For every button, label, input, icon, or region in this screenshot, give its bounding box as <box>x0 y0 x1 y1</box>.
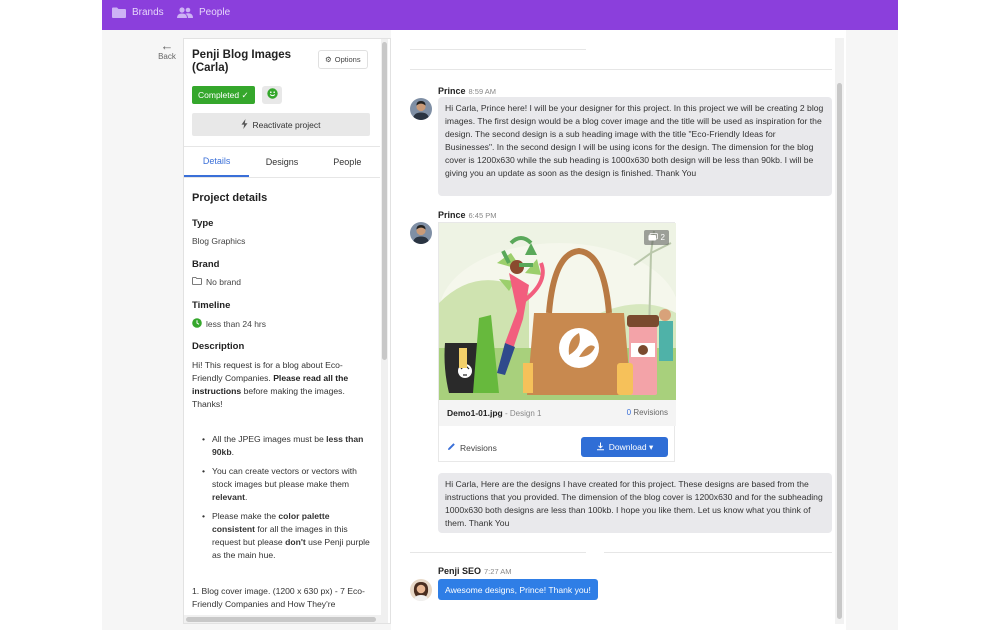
avatar <box>410 579 432 601</box>
attachment-meta: Demo1-01.jpg - Design 1 0 Revisions <box>439 400 676 426</box>
bullet-text: You can create vectors or vectors with s… <box>212 466 357 489</box>
clock-icon <box>192 318 202 330</box>
revisions-suffix: Revisions <box>631 408 668 417</box>
type-label: Type <box>192 218 214 229</box>
numbered-item: 1. Blog cover image. (1200 x 630 px) - 7… <box>192 586 365 609</box>
message-sender: Prince 6:45 PM <box>438 210 496 220</box>
file-name[interactable]: Demo1-01.jpg - Design 1 <box>447 408 541 418</box>
tab-designs[interactable]: Designs <box>249 147 314 177</box>
divider <box>410 552 586 553</box>
sender-name: Prince <box>438 210 466 220</box>
timeline-value: less than 24 hrs <box>192 318 266 330</box>
type-value: Blog Graphics <box>192 236 245 246</box>
folder-icon <box>112 7 126 18</box>
scroll-thumb[interactable] <box>186 617 376 622</box>
avatar <box>410 222 432 244</box>
chat-scrollbar[interactable] <box>835 38 844 624</box>
divider <box>410 49 586 50</box>
pencil-icon <box>447 442 456 453</box>
rating-button[interactable] <box>262 86 282 104</box>
design-label: - Design 1 <box>502 409 542 418</box>
scroll-thumb[interactable] <box>382 42 387 360</box>
nav-brands-label: Brands <box>132 7 164 18</box>
bullet-text: All the JPEG images must be <box>212 434 327 444</box>
top-nav-bar: Brands People <box>102 0 898 30</box>
bullet-bold: don't <box>285 537 306 547</box>
back-label: Back <box>158 52 176 61</box>
message-sender: Prince 8:59 AM <box>438 86 496 96</box>
images-icon <box>648 232 658 243</box>
folder-outline-icon <box>192 277 202 287</box>
reactivate-project-button[interactable]: Reactivate project <box>192 113 370 136</box>
design-attachment-card: 2 Demo1-01.jpg - Design 1 0 Revisions Re… <box>438 222 676 462</box>
bullet-bold: relevant <box>212 492 245 502</box>
smiley-icon <box>266 86 278 104</box>
nav-brands[interactable]: Brands <box>112 7 164 18</box>
download-button[interactable]: Download ▾ <box>581 437 668 457</box>
design-thumbnail[interactable]: 2 <box>439 223 676 400</box>
bullet-text: . <box>244 492 248 502</box>
tab-details[interactable]: Details <box>184 147 250 177</box>
message-sender: Penji SEO 7:27 AM <box>438 566 512 576</box>
divider <box>604 552 832 553</box>
people-icon <box>177 7 193 18</box>
bullet-item: All the JPEG images must be less than 90… <box>202 433 372 459</box>
image-count: 2 <box>660 233 665 242</box>
gear-icon: ⚙ <box>325 55 332 64</box>
message-bubble: Hi Carla, Prince here! I will be your de… <box>438 97 832 196</box>
side-panel-h-scrollbar[interactable] <box>184 615 381 623</box>
timeline-value-text: less than 24 hrs <box>206 319 267 329</box>
scroll-thumb[interactable] <box>837 83 842 619</box>
arrow-left-icon: ← <box>160 38 174 53</box>
project-tabs: Details Designs People <box>184 146 380 178</box>
description-text: Hi! This request is for a blog about Eco… <box>192 359 370 411</box>
bullet-text: Please make the <box>212 511 279 521</box>
side-panel-scrollbar[interactable] <box>381 39 388 623</box>
message-time: 8:59 AM <box>468 87 497 96</box>
nav-people[interactable]: People <box>177 7 230 18</box>
status-badge: Completed ✓ <box>192 86 255 104</box>
options-label: Options <box>334 55 361 64</box>
timeline-label: Timeline <box>192 300 231 311</box>
project-side-panel: Penji Blog Images (Carla) ⚙ Options Comp… <box>183 38 391 624</box>
revisions-link[interactable]: Revisions <box>447 442 497 453</box>
nav-people-label: People <box>199 7 231 18</box>
message-time: 7:27 AM <box>484 567 512 576</box>
download-icon <box>596 442 605 453</box>
message-bubble-own: Awesome designs, Prince! Thank you! <box>438 579 598 600</box>
brand-value-text: No brand <box>206 277 241 287</box>
brand-label: Brand <box>192 259 220 270</box>
options-button[interactable]: ⚙ Options <box>318 50 368 69</box>
tab-people[interactable]: People <box>315 147 380 177</box>
bullet-text: . <box>231 447 234 457</box>
back-button[interactable]: ← Back <box>156 38 178 61</box>
type-value-text: Blog Graphics <box>192 236 246 246</box>
file-name-text: Demo1-01.jpg <box>447 408 503 418</box>
bullet-item: Please make the color palette consistent… <box>202 510 372 562</box>
details-heading: Project details <box>192 192 268 204</box>
brand-value: No brand <box>192 277 241 287</box>
sender-name: Penji SEO <box>438 566 482 576</box>
description-label: Description <box>192 341 245 352</box>
description-bullets: All the JPEG images must be less than 90… <box>202 433 372 568</box>
sender-name: Prince <box>438 86 466 96</box>
image-count-badge[interactable]: 2 <box>643 230 669 245</box>
divider <box>410 69 832 70</box>
project-title: Penji Blog Images (Carla) <box>192 49 292 74</box>
avatar <box>410 98 432 120</box>
download-label: Download ▾ <box>608 441 654 452</box>
message-bubble: Hi Carla, Here are the designs I have cr… <box>438 473 832 533</box>
lightning-icon <box>241 118 248 131</box>
revisions-count: 0 Revisions <box>627 408 668 417</box>
bullet-item: You can create vectors or vectors with s… <box>202 465 372 504</box>
reactivate-label: Reactivate project <box>252 119 321 130</box>
message-time: 6:45 PM <box>468 211 497 220</box>
revisions-link-label: Revisions <box>460 442 497 453</box>
